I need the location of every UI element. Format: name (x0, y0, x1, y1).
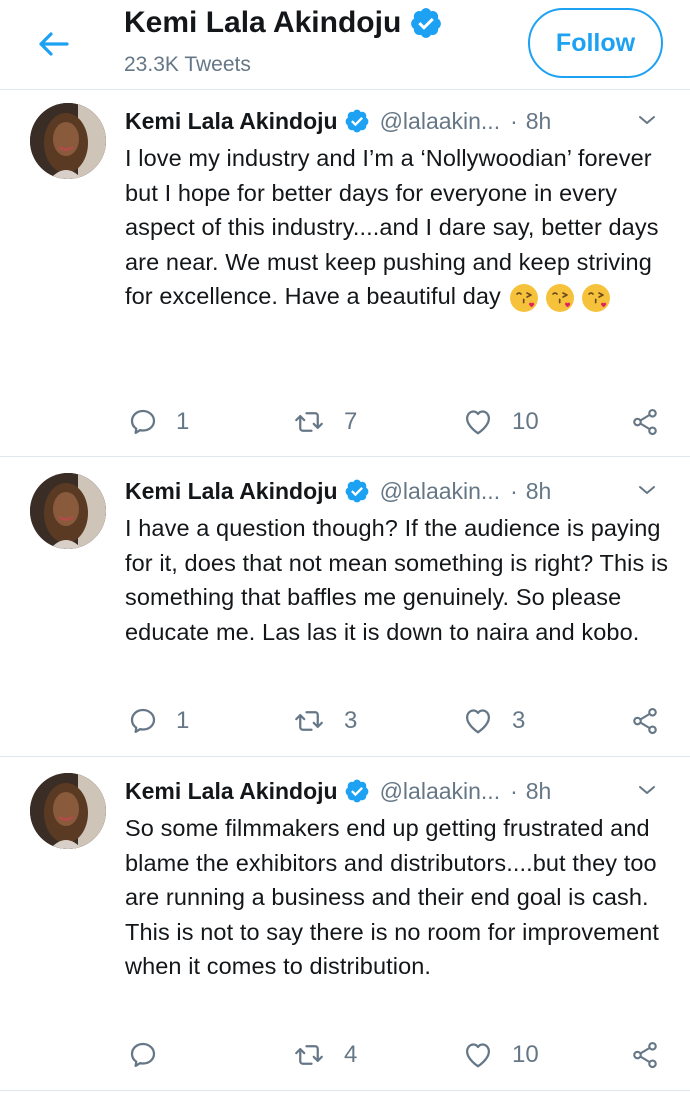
profile-header: Kemi Lala Akindoju 23.3K Tweets Follow (0, 0, 690, 90)
tweet-header: Kemi Lala Akindoju @lalaakin... · 8h (125, 105, 665, 137)
kissing-face-emoji-icon (580, 282, 612, 314)
like-count: 3 (512, 707, 526, 734)
separator-dot: · (510, 107, 518, 134)
heart-icon (462, 407, 494, 437)
reply-count: 1 (176, 707, 190, 734)
tweet-header: Kemi Lala Akindoju @lalaakin... · 8h (125, 475, 665, 507)
like-button[interactable]: 10 (462, 1035, 539, 1075)
verified-badge-icon (409, 6, 443, 40)
chevron-down-icon (635, 778, 659, 802)
retweet-button[interactable]: 7 (292, 402, 357, 442)
reply-icon (128, 1040, 158, 1070)
avatar[interactable] (30, 773, 106, 849)
tweet-timestamp[interactable]: 8h (526, 108, 552, 135)
verified-badge-icon (344, 108, 370, 134)
retweet-count: 4 (344, 1041, 358, 1068)
back-arrow-icon (39, 32, 69, 56)
chevron-down-icon (635, 478, 659, 502)
like-count: 10 (512, 408, 539, 435)
heart-icon (462, 1040, 494, 1070)
retweet-icon (292, 706, 326, 736)
tweet[interactable]: Kemi Lala Akindoju @lalaakin... · 8h So … (0, 761, 690, 1091)
verified-badge-icon (344, 478, 370, 504)
tweet[interactable]: Kemi Lala Akindoju @lalaakin... · 8h I h… (0, 461, 690, 757)
tweet-author-name[interactable]: Kemi Lala Akindoju (125, 778, 338, 805)
tweet-actions: 4 10 (0, 1035, 690, 1075)
share-button[interactable] (630, 1035, 660, 1075)
retweet-icon (292, 407, 326, 437)
avatar-image (30, 103, 106, 179)
retweet-count: 7 (344, 408, 358, 435)
reply-icon (128, 706, 158, 736)
tweet-timestamp[interactable]: 8h (526, 478, 552, 505)
verified-badge-icon (344, 778, 370, 804)
avatar[interactable] (30, 103, 106, 179)
profile-name-row: Kemi Lala Akindoju (124, 6, 443, 40)
chevron-down-icon (635, 108, 659, 132)
tweet-timestamp[interactable]: 8h (526, 778, 552, 805)
retweet-count: 3 (344, 707, 358, 734)
avatar[interactable] (30, 473, 106, 549)
retweet-button[interactable]: 3 (292, 701, 357, 741)
reply-button[interactable] (128, 1035, 176, 1075)
share-button[interactable] (630, 402, 660, 442)
tweet[interactable]: Kemi Lala Akindoju @lalaakin... · 8h I l… (0, 91, 690, 457)
like-count: 10 (512, 1041, 539, 1068)
tweet-header: Kemi Lala Akindoju @lalaakin... · 8h (125, 775, 665, 807)
retweet-button[interactable]: 4 (292, 1035, 357, 1075)
separator-dot: · (510, 777, 518, 804)
like-button[interactable]: 3 (462, 701, 525, 741)
tweet-count: 23.3K Tweets (124, 53, 251, 76)
follow-button[interactable]: Follow (528, 8, 663, 78)
share-icon (630, 1040, 660, 1070)
back-button[interactable] (30, 24, 76, 64)
share-icon (630, 706, 660, 736)
avatar-image (30, 473, 106, 549)
reply-button[interactable]: 1 (128, 701, 189, 741)
tweet-menu-button[interactable] (632, 107, 662, 133)
tweet-text: I have a question though? If the audienc… (125, 515, 669, 645)
tweet-text: So some filmmakers end up getting frustr… (125, 815, 660, 980)
separator-dot: · (510, 477, 518, 504)
share-icon (630, 407, 660, 437)
tweet-menu-button[interactable] (632, 777, 662, 803)
retweet-icon (292, 1040, 326, 1070)
tweet-author-name[interactable]: Kemi Lala Akindoju (125, 478, 338, 505)
reply-count: 1 (176, 408, 190, 435)
kissing-face-emoji-icon (508, 282, 540, 314)
share-button[interactable] (630, 701, 660, 741)
tweet-author-handle[interactable]: @lalaakin... (380, 108, 501, 135)
reply-icon (128, 407, 158, 437)
heart-icon (462, 706, 494, 736)
tweet-menu-button[interactable] (632, 477, 662, 503)
kissing-face-emoji-icon (544, 282, 576, 314)
tweet-author-handle[interactable]: @lalaakin... (380, 778, 501, 805)
like-button[interactable]: 10 (462, 402, 539, 442)
tweet-actions: 1 3 3 (0, 701, 690, 741)
tweet-author-name[interactable]: Kemi Lala Akindoju (125, 108, 338, 135)
tweet-author-handle[interactable]: @lalaakin... (380, 478, 501, 505)
tweet-actions: 1 7 10 (0, 402, 690, 442)
emoji-group (508, 282, 612, 314)
avatar-image (30, 773, 106, 849)
profile-name: Kemi Lala Akindoju (124, 6, 402, 39)
tweet-text: I love my industry and I’m a ‘Nollywoodi… (125, 141, 673, 314)
reply-button[interactable]: 1 (128, 402, 189, 442)
